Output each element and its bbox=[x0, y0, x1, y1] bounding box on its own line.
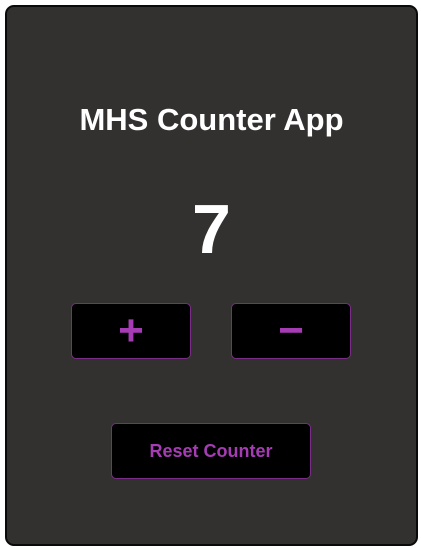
plus-icon: + bbox=[118, 306, 144, 355]
counter-value: 7 bbox=[192, 190, 231, 268]
reset-counter-button[interactable]: Reset Counter bbox=[111, 423, 311, 479]
increment-button[interactable]: + bbox=[71, 303, 191, 359]
counter-card: MHS Counter App 7 + − Reset Counter bbox=[5, 5, 418, 546]
decrement-button[interactable]: − bbox=[231, 303, 351, 359]
minus-icon: − bbox=[278, 306, 304, 355]
page-title: MHS Counter App bbox=[79, 102, 344, 137]
reset-button-label: Reset Counter bbox=[149, 440, 273, 461]
